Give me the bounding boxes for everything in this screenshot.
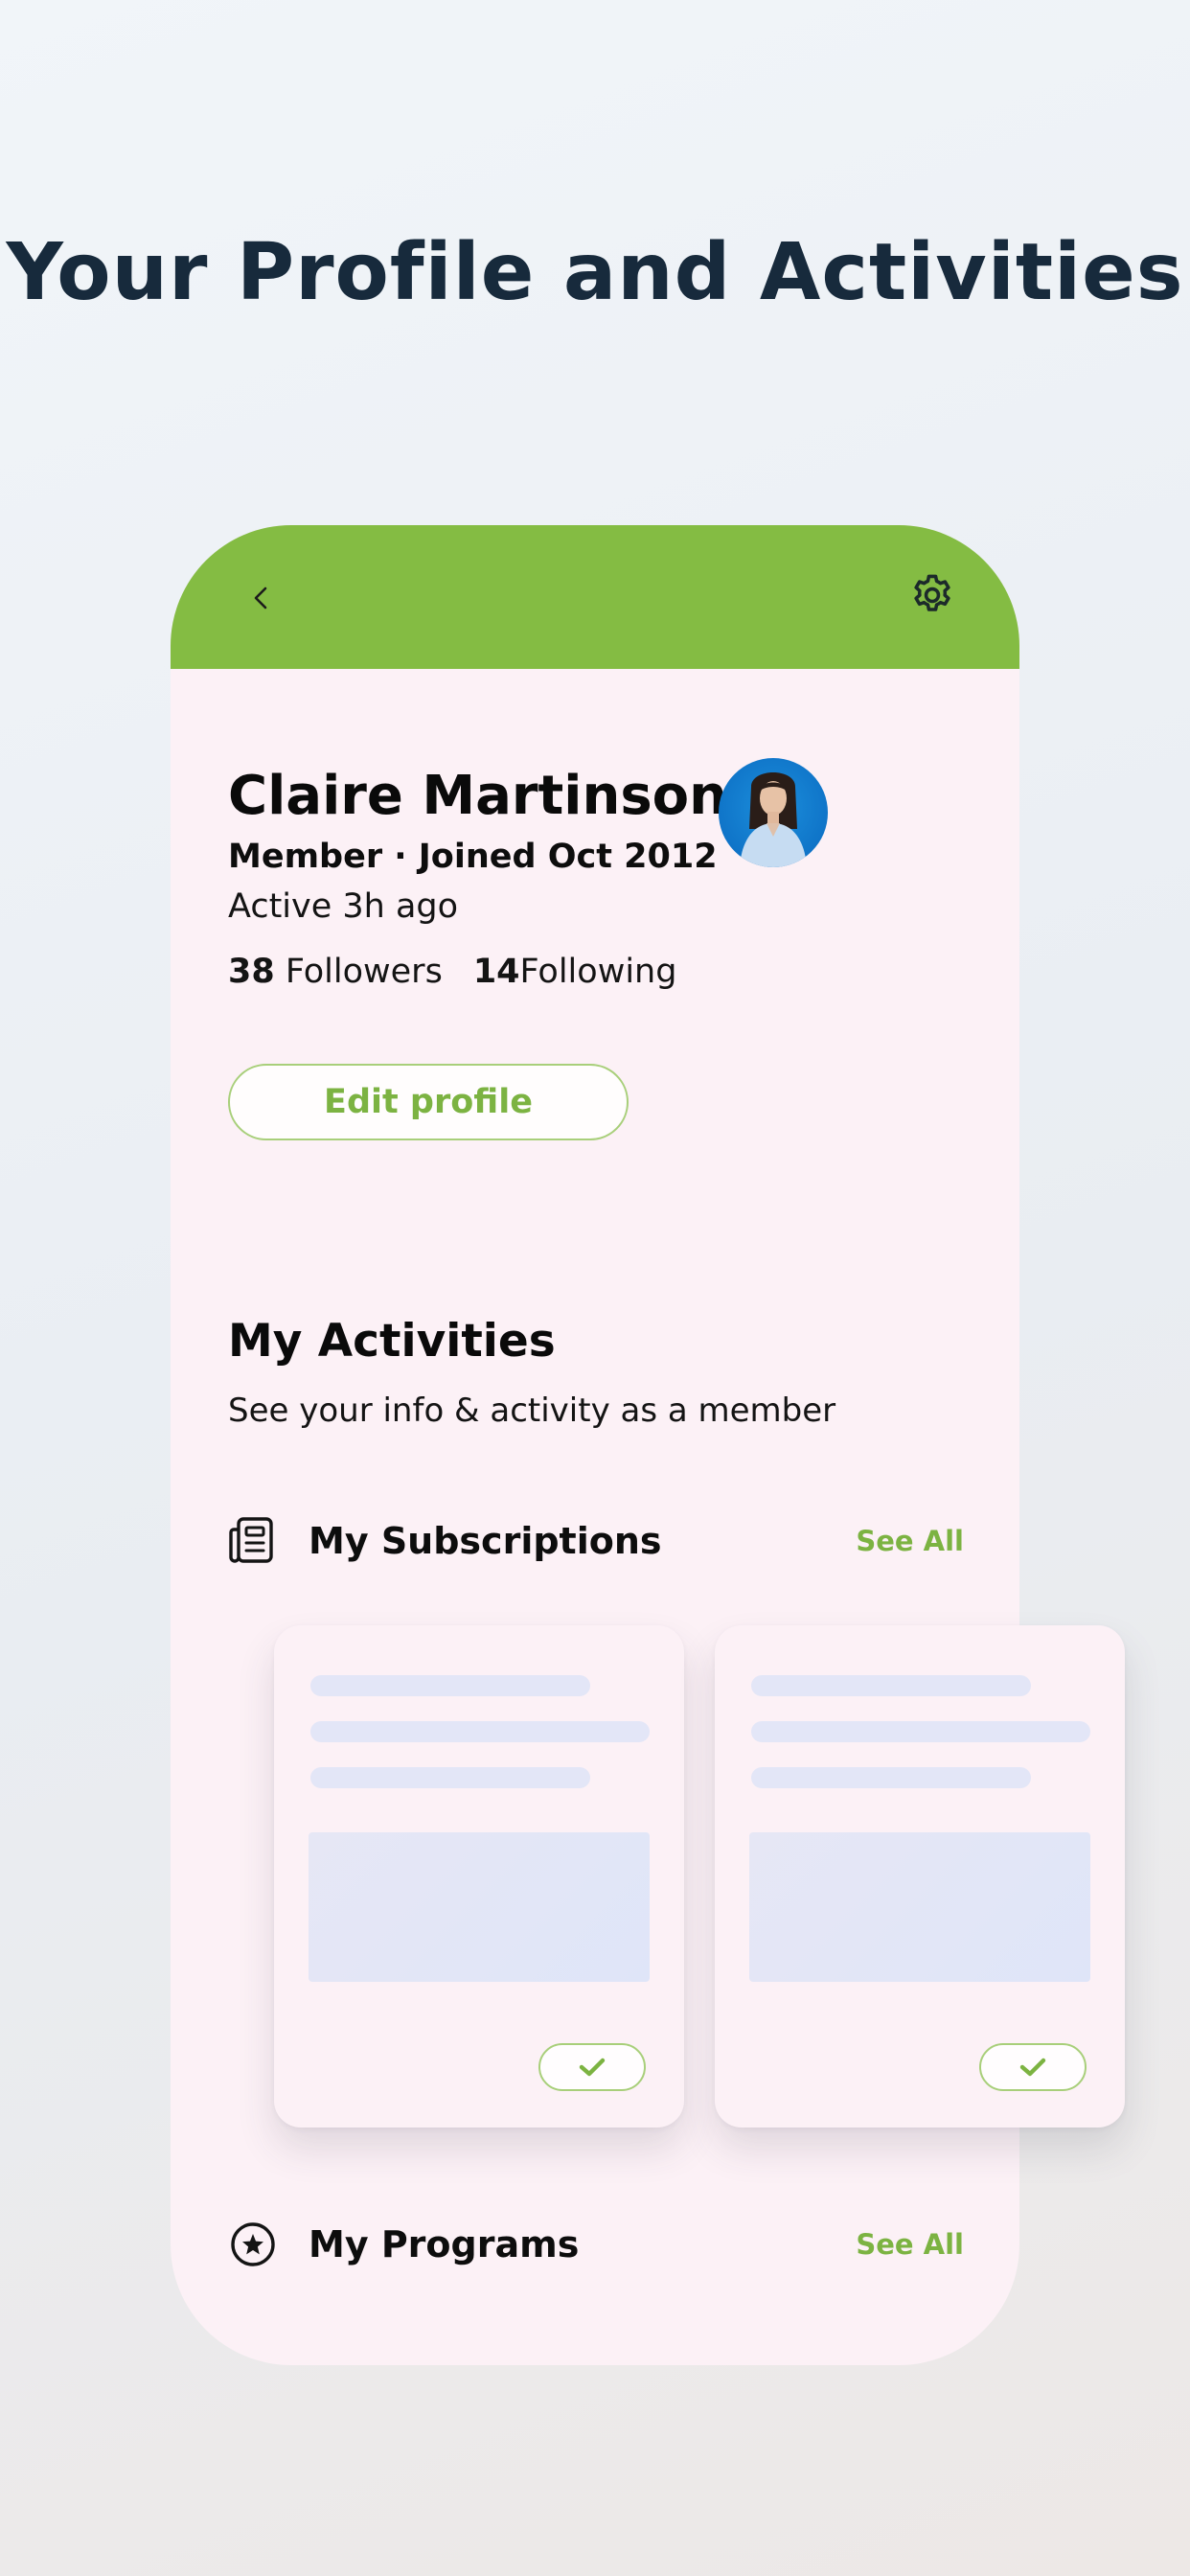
activities-subtitle: See your info & activity as a member <box>228 1392 836 1430</box>
placeholder-line <box>310 1767 590 1788</box>
star-circle-icon <box>231 2222 275 2266</box>
settings-button[interactable] <box>904 567 960 623</box>
placeholder-line <box>751 1721 1090 1742</box>
subscribed-check-button[interactable] <box>538 2043 646 2091</box>
edit-profile-button[interactable]: Edit profile <box>228 1064 629 1140</box>
placeholder-line <box>751 1767 1031 1788</box>
subscriptions-see-all-link[interactable]: See All <box>856 1522 964 1560</box>
avatar-photo <box>740 772 807 867</box>
placeholder-image <box>309 1832 650 1982</box>
following-label: Following <box>519 953 677 991</box>
profile-name: Claire Martinson <box>228 765 728 827</box>
placeholder-line <box>310 1721 650 1742</box>
subscription-card[interactable] <box>274 1625 684 2128</box>
programs-title: My Programs <box>309 2223 580 2266</box>
back-button[interactable] <box>236 573 286 623</box>
placeholder-line <box>310 1675 590 1696</box>
membership-info: Member · Joined Oct 2012 <box>228 838 718 876</box>
page-headline: Your Profile and Activities <box>6 227 1184 318</box>
top-app-bar <box>171 525 1019 669</box>
following-count: 14 <box>472 953 520 991</box>
subscriptions-header: My Subscriptions See All <box>228 1512 964 1570</box>
avatar[interactable] <box>719 758 828 867</box>
gear-icon <box>914 574 950 611</box>
last-active-status: Active 3h ago <box>228 887 459 926</box>
subscribed-check-button[interactable] <box>979 2043 1087 2091</box>
followers-link[interactable]: 38 Followers <box>228 953 443 991</box>
activities-title: My Activities <box>228 1315 556 1368</box>
followers-count: 38 <box>228 953 275 991</box>
placeholder-image <box>749 1832 1090 1982</box>
chevron-left-icon <box>254 586 267 610</box>
newspaper-icon <box>229 1517 273 1563</box>
subscriptions-title: My Subscriptions <box>309 1520 662 1562</box>
followers-label: Followers <box>285 953 443 991</box>
programs-see-all-link[interactable]: See All <box>856 2225 964 2264</box>
programs-header: My Programs See All <box>228 2216 964 2273</box>
check-icon <box>579 2058 606 2077</box>
follow-stats: 38 Followers 14Following <box>228 951 676 993</box>
subscription-card[interactable] <box>715 1625 1125 2128</box>
placeholder-line <box>751 1675 1031 1696</box>
check-icon <box>1019 2058 1046 2077</box>
following-link[interactable]: 14Following <box>473 953 677 991</box>
